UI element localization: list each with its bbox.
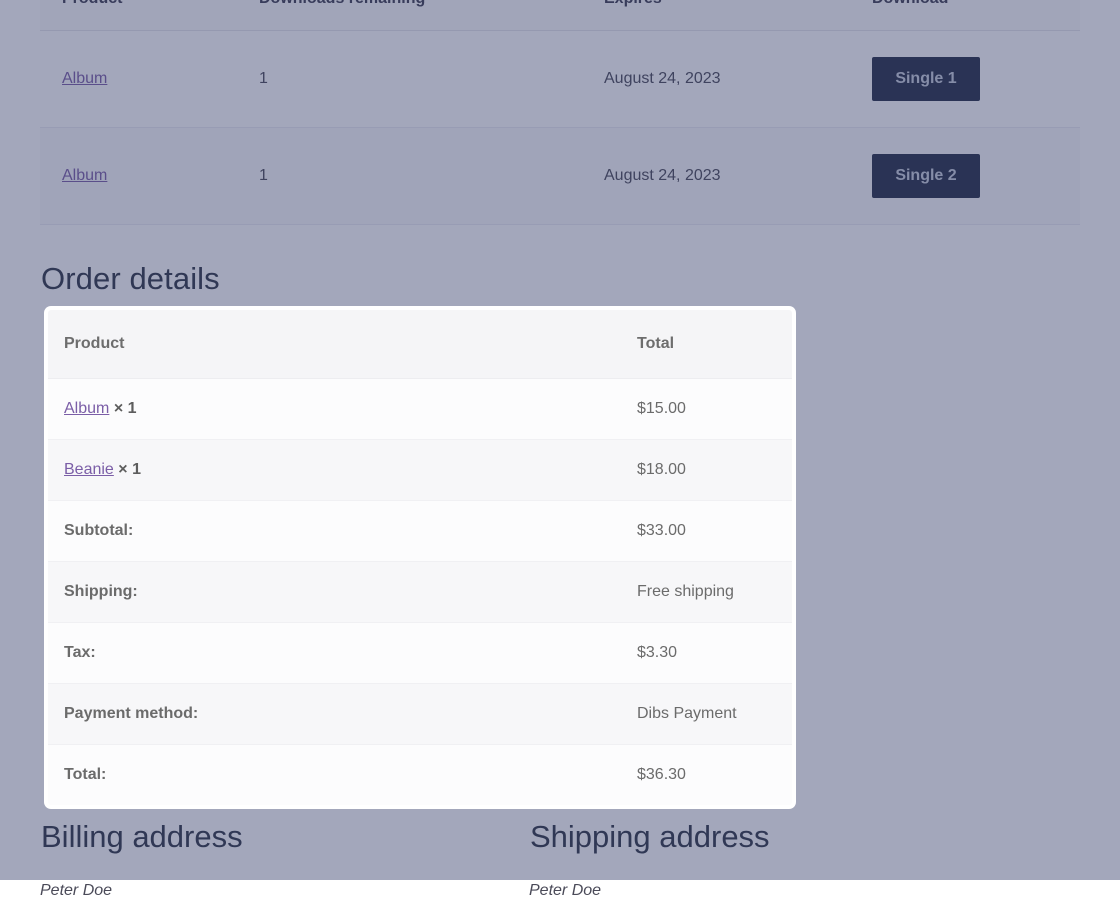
download-expires-cell: August 24, 2023 — [582, 31, 850, 128]
table-row: Tax: $3.30 — [46, 623, 794, 684]
shipping-address-heading: Shipping address — [530, 819, 1017, 855]
downloads-col-product: Product — [40, 0, 237, 31]
downloads-col-expires: Expires — [582, 0, 850, 31]
summary-label-shipping: Shipping: — [46, 562, 621, 623]
order-item-total: $15.00 — [621, 379, 794, 440]
table-row: Beanie × 1 $18.00 — [46, 440, 794, 501]
summary-label-total: Total: — [46, 745, 621, 808]
item-quantity: × 1 — [114, 400, 137, 417]
summary-value-total: $36.30 — [621, 745, 794, 808]
summary-value-subtotal: $33.00 — [621, 501, 794, 562]
product-link[interactable]: Album — [62, 167, 107, 184]
download-button-single-2[interactable]: Single 2 — [872, 154, 980, 198]
download-remaining-cell: 1 — [237, 128, 582, 225]
download-expires-cell: August 24, 2023 — [582, 128, 850, 225]
order-details-highlight: Product Total Album × 1 $15.00 Beanie × … — [44, 306, 796, 809]
downloads-header-row: Product Downloads remaining Expires Down… — [40, 0, 1080, 31]
download-button-single-1[interactable]: Single 1 — [872, 57, 980, 101]
billing-address-block: Billing address Peter Doe — [40, 819, 528, 904]
shipping-address-name: Peter Doe — [529, 877, 1017, 904]
order-item-cell: Beanie × 1 — [46, 440, 621, 501]
download-product-cell: Album — [40, 31, 237, 128]
order-col-total: Total — [621, 308, 794, 379]
summary-label-subtotal: Subtotal: — [46, 501, 621, 562]
item-quantity: × 1 — [118, 461, 141, 478]
summary-label-payment-method: Payment method: — [46, 684, 621, 745]
order-col-product: Product — [46, 308, 621, 379]
download-action-cell: Single 1 — [850, 31, 1080, 128]
billing-address-name: Peter Doe — [40, 877, 528, 904]
downloads-table: Product Downloads remaining Expires Down… — [40, 0, 1080, 225]
order-details-heading: Order details — [41, 261, 1080, 297]
summary-value-tax: $3.30 — [621, 623, 794, 684]
download-action-cell: Single 2 — [850, 128, 1080, 225]
table-row: Subtotal: $33.00 — [46, 501, 794, 562]
download-remaining-cell: 1 — [237, 31, 582, 128]
shipping-address-block: Shipping address Peter Doe — [529, 819, 1017, 904]
order-details-table[interactable]: Product Total Album × 1 $15.00 Beanie × … — [44, 306, 796, 809]
billing-address-heading: Billing address — [41, 819, 528, 855]
downloads-col-remaining: Downloads remaining — [237, 0, 582, 31]
summary-value-payment-method: Dibs Payment — [621, 684, 794, 745]
order-header-row: Product Total — [46, 308, 794, 379]
addresses-section: Billing address Peter Doe Shipping addre… — [40, 819, 1080, 904]
downloads-col-download: Download — [850, 0, 1080, 31]
order-item-cell: Album × 1 — [46, 379, 621, 440]
product-link[interactable]: Album — [64, 400, 109, 417]
product-link[interactable]: Beanie — [64, 461, 114, 478]
table-row: Album 1 August 24, 2023 Single 2 — [40, 128, 1080, 225]
table-row: Payment method: Dibs Payment — [46, 684, 794, 745]
table-row: Total: $36.30 — [46, 745, 794, 808]
summary-value-shipping: Free shipping — [621, 562, 794, 623]
table-row: Album × 1 $15.00 — [46, 379, 794, 440]
product-link[interactable]: Album — [62, 70, 107, 87]
table-row: Album 1 August 24, 2023 Single 1 — [40, 31, 1080, 128]
table-row: Shipping: Free shipping — [46, 562, 794, 623]
summary-label-tax: Tax: — [46, 623, 621, 684]
download-product-cell: Album — [40, 128, 237, 225]
order-item-total: $18.00 — [621, 440, 794, 501]
